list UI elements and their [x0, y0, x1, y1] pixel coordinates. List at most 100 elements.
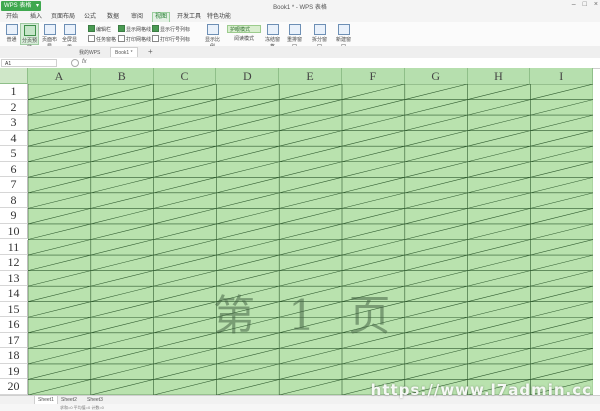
- column-header-d[interactable]: D: [216, 68, 280, 84]
- check-task-pane[interactable]: 任务窗格: [88, 35, 116, 43]
- row-header-9[interactable]: 9: [0, 208, 28, 224]
- cell-diagonal: [279, 254, 343, 271]
- row-header-12[interactable]: 12: [0, 255, 28, 271]
- check-print-gridlines[interactable]: 打印网格线: [118, 35, 151, 43]
- column-header-h[interactable]: H: [467, 68, 531, 84]
- row-header-13[interactable]: 13: [0, 270, 28, 287]
- maximize-icon[interactable]: □: [583, 1, 587, 8]
- column-header-a[interactable]: A: [28, 68, 91, 84]
- tab-formulas[interactable]: 公式: [82, 13, 98, 22]
- row-header-8[interactable]: 8: [0, 192, 28, 209]
- cell-diagonal: [404, 332, 468, 349]
- tab-developer[interactable]: 开发工具: [176, 13, 202, 22]
- sheet-tab-3[interactable]: Sheet3: [84, 396, 106, 404]
- tab-home[interactable]: 开始: [4, 13, 20, 22]
- reading-mode-button[interactable]: 阅读模式: [227, 35, 261, 44]
- cell-diagonal: [279, 379, 343, 395]
- tab-features[interactable]: 特色功能: [206, 13, 232, 22]
- cell-diagonal: [279, 145, 343, 163]
- cell-diagonal: [404, 348, 468, 365]
- column-header-c[interactable]: C: [153, 68, 217, 84]
- add-tab-icon[interactable]: +: [148, 46, 153, 57]
- sheet-tab-2[interactable]: Sheet2: [58, 396, 80, 404]
- cell-diagonal: [404, 192, 468, 209]
- tab-review[interactable]: 审阅: [129, 13, 145, 22]
- cell-diagonal: [467, 316, 531, 334]
- close-icon[interactable]: ×: [594, 1, 598, 8]
- tab-my-wps[interactable]: 我的WPS: [74, 47, 105, 57]
- cell-diagonal: [341, 177, 405, 194]
- cell-diagonal: [90, 301, 154, 318]
- select-all-corner[interactable]: [0, 68, 28, 84]
- check-show-headings[interactable]: 显示行号列标: [152, 25, 190, 33]
- eye-protection-button[interactable]: 护眼模式: [227, 25, 261, 33]
- column-header-g[interactable]: G: [404, 68, 468, 84]
- tab-view[interactable]: 视图: [152, 12, 170, 22]
- arrange-icon: [288, 24, 301, 35]
- page-layout-icon: [43, 24, 56, 35]
- cell-diagonal: [153, 99, 217, 116]
- new-window-button[interactable]: 新建窗口: [334, 23, 353, 50]
- cell-diagonal: [341, 363, 405, 380]
- tab-data[interactable]: 数据: [105, 13, 121, 22]
- row-header-5[interactable]: 5: [0, 146, 28, 162]
- cell-diagonal: [404, 239, 468, 256]
- cell-diagonal: [90, 114, 154, 131]
- tab-insert[interactable]: 插入: [28, 13, 44, 22]
- check-print-headings[interactable]: 打印行号列标: [152, 35, 190, 43]
- row-header-1[interactable]: 1: [0, 84, 28, 100]
- cell-diagonal: [153, 379, 217, 395]
- check-formula-bar[interactable]: 编辑栏: [88, 25, 111, 33]
- row-header-6[interactable]: 6: [0, 161, 28, 178]
- cell-diagonal: [153, 332, 217, 349]
- row-header-4[interactable]: 4: [0, 130, 28, 147]
- cell-diagonal: [341, 223, 405, 240]
- cell-diagonal: [341, 254, 405, 271]
- spreadsheet-grid[interactable]: ABCDEFGHI 1 2 3 4 5 6 7 8 9 10 11 12 13 14 15 16 17 18 19 2…: [0, 68, 600, 395]
- cell-diagonal: [341, 145, 405, 163]
- row-header-15[interactable]: 15: [0, 301, 28, 318]
- column-header-e[interactable]: E: [279, 68, 342, 84]
- row-header-20[interactable]: 20: [0, 379, 28, 395]
- minimize-icon[interactable]: –: [572, 1, 576, 8]
- full-screen-button[interactable]: 全屏显示: [60, 23, 79, 50]
- tab-book1[interactable]: Book1 *: [110, 47, 138, 57]
- arrange-windows-button[interactable]: 重排窗口: [285, 23, 304, 50]
- row-header-7[interactable]: 7: [0, 177, 28, 193]
- column-header-f[interactable]: F: [342, 68, 405, 84]
- row-header-16[interactable]: 16: [0, 317, 28, 333]
- column-header-b[interactable]: B: [90, 68, 154, 84]
- check-formula-bar-label: 编辑栏: [96, 27, 112, 33]
- zoom-formula-icon[interactable]: [71, 59, 79, 67]
- fx-icon[interactable]: fx: [82, 59, 87, 65]
- zoom-button[interactable]: 显示比例: [203, 23, 222, 50]
- row-header-17[interactable]: 17: [0, 332, 28, 349]
- cell-area[interactable]: [28, 84, 593, 395]
- page-layout-button[interactable]: 页面布局: [40, 23, 59, 50]
- cell-diagonal: [216, 192, 280, 209]
- split-window-button[interactable]: 拆分窗口: [310, 23, 329, 50]
- row-header-18[interactable]: 18: [0, 348, 28, 364]
- cell-diagonal: [404, 114, 468, 131]
- row-header-11[interactable]: 11: [0, 239, 28, 256]
- row-header-14[interactable]: 14: [0, 286, 28, 302]
- cell-diagonal: [530, 161, 593, 178]
- split-icon: [313, 24, 326, 35]
- freeze-panes-button[interactable]: 冻结窗格: [263, 23, 282, 50]
- column-header-i[interactable]: I: [530, 68, 594, 84]
- check-show-gridlines[interactable]: 显示网格线: [118, 25, 151, 33]
- page-break-preview-button[interactable]: 分页预览: [20, 23, 39, 51]
- row-header-10[interactable]: 10: [0, 223, 28, 240]
- checkbox-icon: [88, 25, 95, 32]
- normal-view-button[interactable]: 普通: [2, 23, 21, 45]
- cell-diagonal: [341, 130, 405, 147]
- cell-diagonal: [279, 114, 343, 131]
- name-box[interactable]: A1: [1, 59, 57, 67]
- row-header-2[interactable]: 2: [0, 99, 28, 116]
- row-header-19[interactable]: 19: [0, 363, 28, 380]
- cell-diagonal: [28, 177, 91, 194]
- row-header-3[interactable]: 3: [0, 115, 28, 131]
- checkbox-icon: [118, 35, 125, 42]
- tab-page-layout[interactable]: 页面布局: [50, 13, 76, 22]
- cell-diagonal: [90, 192, 154, 209]
